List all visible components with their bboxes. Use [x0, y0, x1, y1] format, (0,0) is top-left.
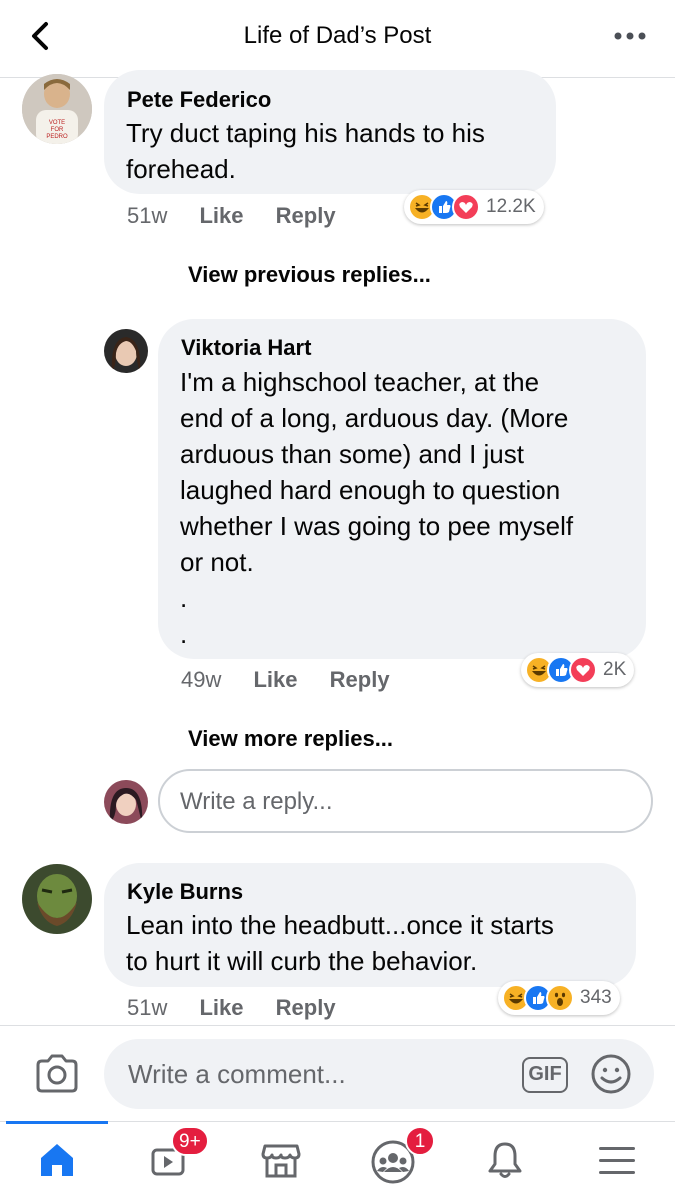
- comment-meta: 49w Like Reply: [181, 667, 416, 693]
- comment-text: Try duct taping his hands to his forehea…: [126, 118, 485, 184]
- view-more-replies-link[interactable]: View more replies...: [188, 726, 393, 752]
- marketplace-icon: [261, 1144, 301, 1178]
- avatar-viktoria-hart[interactable]: [104, 329, 148, 373]
- like-button[interactable]: Like: [199, 995, 243, 1020]
- home-icon: [41, 1144, 73, 1176]
- comment-meta: 51w Like Reply: [127, 203, 362, 229]
- avatar-pete-federico[interactable]: VOTE FOR PEDRO: [22, 74, 92, 144]
- comment-meta: 51w Like Reply: [127, 995, 362, 1021]
- tab-marketplace[interactable]: [225, 1122, 337, 1200]
- svg-text:FOR: FOR: [51, 127, 64, 133]
- svg-text:VOTE: VOTE: [49, 120, 65, 126]
- comment-text: Lean into the headbutt...once it starts …: [126, 910, 554, 976]
- page-title: Life of Dad’s Post: [243, 22, 432, 49]
- watch-badge: 9+: [171, 1126, 209, 1156]
- more-options-icon[interactable]: [613, 24, 647, 48]
- reply-button[interactable]: Reply: [276, 995, 336, 1020]
- view-previous-replies-link[interactable]: View previous replies...: [188, 262, 431, 288]
- reaction-count: 2K: [603, 659, 627, 680]
- comment-input[interactable]: Write a comment... GIF: [104, 1039, 654, 1109]
- bottom-tab-bar: 9+ 1: [0, 1121, 675, 1200]
- comment-time: 51w: [127, 203, 168, 228]
- emoji-icon[interactable]: [590, 1053, 632, 1095]
- notifications-icon: [488, 1142, 522, 1178]
- reaction-count: 343: [580, 987, 612, 1008]
- top-bar: Life of Dad’s Post: [0, 0, 675, 78]
- comment-time: 49w: [181, 667, 222, 692]
- like-button[interactable]: Like: [199, 203, 243, 228]
- menu-icon: [599, 1147, 635, 1174]
- wow-icon: [546, 984, 574, 1012]
- camera-icon[interactable]: [34, 1053, 80, 1095]
- reply-input[interactable]: Write a reply...: [158, 769, 653, 833]
- comment-time: 51w: [127, 995, 168, 1020]
- groups-badge: 1: [405, 1126, 435, 1156]
- comment-text: I'm a highschool teacher, at the end of …: [180, 367, 574, 649]
- comment-author[interactable]: Pete Federico: [127, 87, 271, 113]
- reaction-count: 12.2K: [486, 196, 536, 217]
- avatar-kyle-burns[interactable]: [22, 864, 92, 934]
- tab-groups[interactable]: 1: [337, 1122, 449, 1200]
- tab-notifications[interactable]: [449, 1122, 561, 1200]
- gif-button[interactable]: GIF: [522, 1057, 568, 1093]
- tab-watch[interactable]: 9+: [113, 1122, 225, 1200]
- reply-input-placeholder: Write a reply...: [180, 788, 333, 815]
- tab-home[interactable]: [1, 1122, 113, 1200]
- avatar-current-user: [104, 780, 148, 824]
- reaction-summary[interactable]: 12.2K: [404, 190, 544, 224]
- comment-composer: Write a comment... GIF: [0, 1025, 675, 1121]
- tab-menu[interactable]: [561, 1122, 673, 1200]
- svg-text:PEDRO: PEDRO: [46, 134, 68, 140]
- reaction-summary[interactable]: 343: [498, 981, 620, 1015]
- love-icon: [569, 656, 597, 684]
- like-button[interactable]: Like: [253, 667, 297, 692]
- comment-author[interactable]: Kyle Burns: [127, 879, 243, 905]
- reaction-summary[interactable]: 2K: [521, 653, 635, 687]
- love-icon: [452, 193, 480, 221]
- reply-button[interactable]: Reply: [330, 667, 390, 692]
- reply-button[interactable]: Reply: [276, 203, 336, 228]
- comment-input-placeholder: Write a comment...: [128, 1059, 346, 1089]
- comment-author[interactable]: Viktoria Hart: [181, 335, 311, 361]
